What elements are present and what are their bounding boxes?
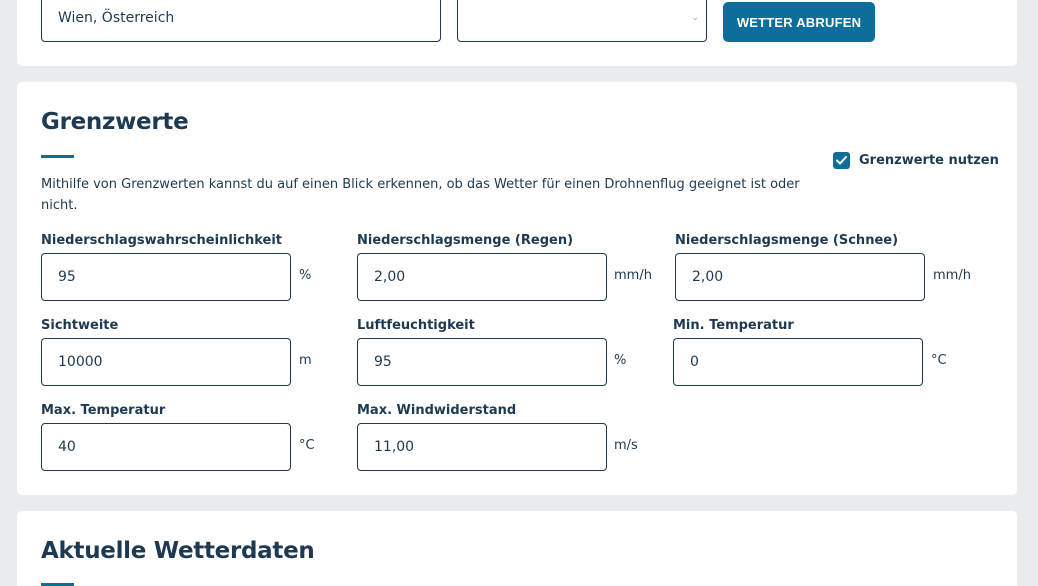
precip-rain-input[interactable]: 2,00	[357, 253, 607, 301]
max-temperature-input[interactable]: 40	[41, 423, 291, 471]
precip-snow-unit: mm/h	[933, 268, 971, 283]
humidity-unit: %	[614, 353, 627, 368]
visibility-value: 10000	[58, 354, 103, 370]
precip-probability-value: 95	[58, 269, 76, 285]
precip-rain-value: 2,00	[374, 269, 406, 285]
weather-card: Aktuelle Wetterdaten	[17, 511, 1017, 586]
max-wind-label: Max. Windwiderstand	[357, 403, 517, 418]
checkbox-checked-icon[interactable]	[833, 152, 850, 169]
min-temperature-label: Min. Temperatur	[673, 318, 794, 333]
limits-title: Grenzwerte	[41, 109, 189, 135]
location-card: Wien, Österreich ⌄ WETTER ABRUFEN	[17, 0, 1017, 66]
min-temperature-unit: °C	[931, 353, 947, 368]
min-temperature-input[interactable]: 0	[673, 338, 923, 386]
precip-probability-label: Niederschlagswahrscheinlichkeit	[41, 233, 282, 248]
humidity-input[interactable]: 95	[357, 338, 607, 386]
use-limits-label: Grenzwerte nutzen	[859, 153, 999, 168]
location-select[interactable]: ⌄	[457, 0, 707, 42]
precip-probability-input[interactable]: 95	[41, 253, 291, 301]
limits-description: Mithilfe von Grenzwerten kannst du auf e…	[41, 177, 800, 213]
fetch-weather-button[interactable]: WETTER ABRUFEN	[723, 2, 875, 42]
precip-rain-label: Niederschlagsmenge (Regen)	[357, 233, 574, 248]
max-temperature-label: Max. Temperatur	[41, 403, 166, 418]
humidity-value: 95	[374, 354, 392, 370]
precip-snow-value: 2,00	[692, 269, 724, 285]
precip-rain-unit: mm/h	[614, 268, 652, 283]
min-temperature-value: 0	[690, 354, 699, 370]
visibility-input[interactable]: 10000	[41, 338, 291, 386]
precip-snow-label: Niederschlagsmenge (Schnee)	[675, 233, 899, 248]
max-temperature-unit: °C	[299, 438, 315, 453]
weather-title: Aktuelle Wetterdaten	[41, 538, 315, 564]
max-wind-unit: m/s	[614, 438, 638, 453]
visibility-label: Sichtweite	[41, 318, 119, 333]
precip-snow-input[interactable]: 2,00	[675, 253, 925, 301]
use-limits-checkbox[interactable]: Grenzwerte nutzen	[833, 152, 999, 169]
location-input[interactable]: Wien, Österreich	[41, 0, 441, 42]
limits-title-underline	[41, 155, 74, 158]
humidity-label: Luftfeuchtigkeit	[357, 318, 475, 333]
max-wind-value: 11,00	[374, 439, 415, 455]
limits-card: Grenzwerte Grenzwerte nutzen Mithilfe vo…	[17, 82, 1017, 495]
max-wind-input[interactable]: 11,00	[357, 423, 607, 471]
visibility-unit: m	[299, 353, 312, 368]
precip-probability-unit: %	[299, 268, 312, 283]
fetch-weather-button-label: WETTER ABRUFEN	[736, 14, 862, 30]
location-input-value: Wien, Österreich	[58, 9, 175, 26]
max-temperature-value: 40	[58, 439, 76, 455]
chevron-down-icon: ⌄	[691, 12, 699, 23]
